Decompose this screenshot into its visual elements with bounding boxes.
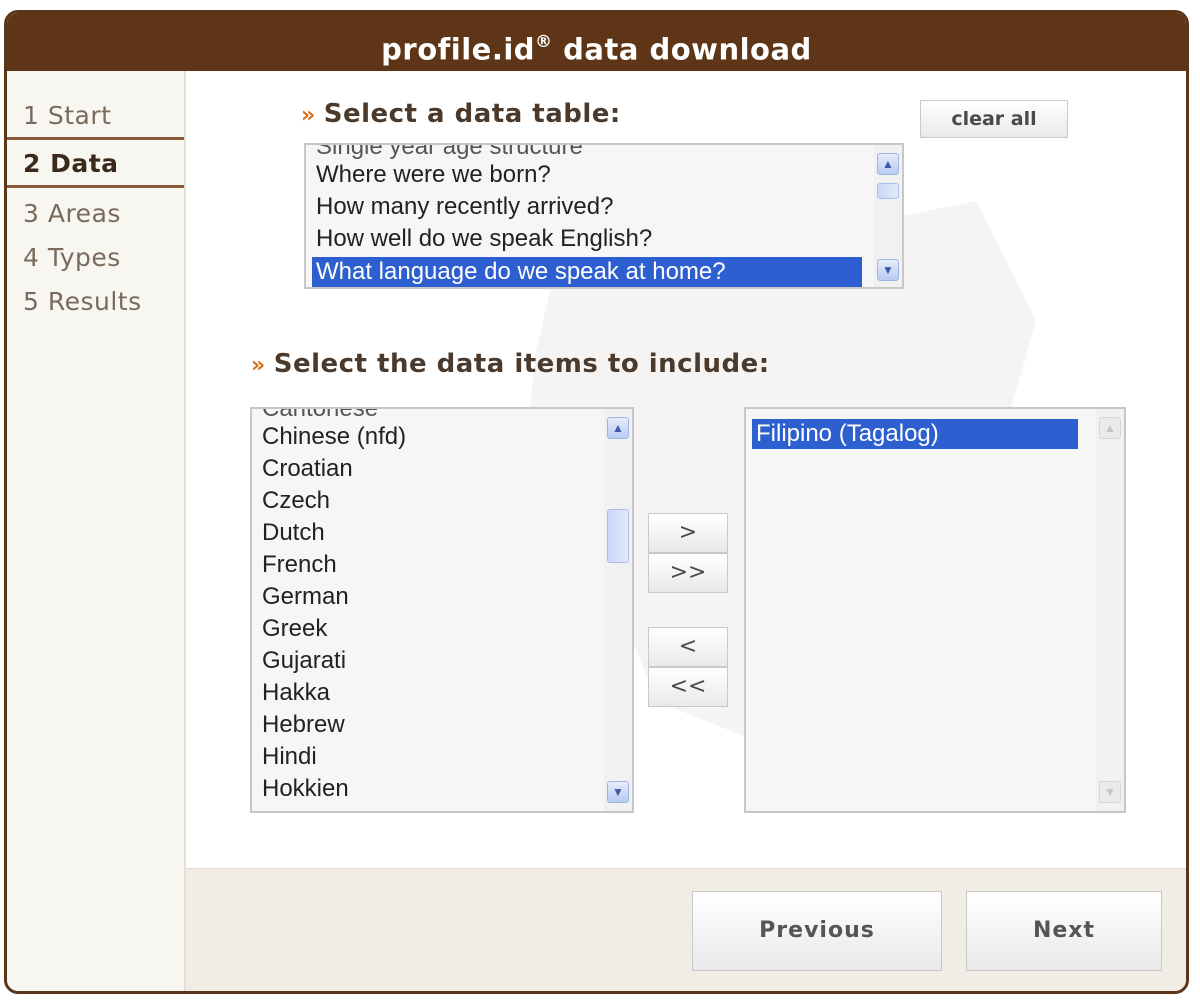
list-item[interactable]: French: [262, 551, 337, 579]
list-item-partial[interactable]: Single year age structure: [316, 145, 583, 161]
list-item[interactable]: Greek: [262, 615, 327, 643]
list-item[interactable]: Chinese (nfd): [262, 423, 406, 451]
items-heading-text: Select the data items to include:: [273, 349, 770, 379]
list-item[interactable]: Czech: [262, 487, 330, 515]
wizard-steps-sidebar: 1 Start 2 Data 3 Areas 4 Types 5 Results: [7, 71, 186, 991]
selected-items-listbox[interactable]: Filipino (Tagalog) ▲ ▼: [744, 407, 1126, 813]
list-item[interactable]: Hebrew: [262, 711, 345, 739]
active-step-bottom-rule: [7, 185, 184, 188]
step-data-active[interactable]: 2 Data: [7, 149, 184, 178]
scroll-down-icon[interactable]: ▼: [877, 259, 899, 281]
list-item[interactable]: How well do we speak English?: [316, 225, 652, 253]
scroll-up-icon[interactable]: ▲: [607, 417, 629, 439]
list-item[interactable]: How many recently arrived?: [316, 193, 613, 221]
list-item-selected[interactable]: Filipino (Tagalog): [752, 419, 1078, 449]
active-step-top-rule: [7, 137, 184, 140]
main-content: » Select a data table: clear all Single y…: [186, 71, 1186, 871]
step-types[interactable]: 4 Types: [23, 243, 121, 272]
heading-marker-icon: »: [251, 353, 266, 378]
remove-all-button[interactable]: <<: [648, 667, 728, 707]
list-item-partial[interactable]: Cantonese: [262, 409, 378, 423]
list-item-selected[interactable]: What language do we speak at home?: [312, 257, 862, 287]
table-heading-text: Select a data table:: [323, 99, 621, 129]
list-item[interactable]: Hokkien: [262, 775, 349, 803]
next-button[interactable]: Next: [966, 891, 1162, 971]
table-section-heading: » Select a data table:: [301, 99, 621, 129]
step-results[interactable]: 5 Results: [23, 287, 142, 316]
add-item-button[interactable]: >: [648, 513, 728, 553]
scroll-thumb[interactable]: [877, 183, 899, 199]
available-items-listbox[interactable]: Cantonese Chinese (nfd) Croatian Czech D…: [250, 407, 634, 813]
heading-marker-icon: »: [301, 103, 316, 128]
clear-all-button[interactable]: clear all: [920, 100, 1068, 138]
registered-mark: ®: [535, 32, 553, 52]
available-list-scrollbar[interactable]: ▲ ▼: [604, 409, 632, 811]
scroll-up-icon[interactable]: ▲: [877, 153, 899, 175]
scroll-up-icon: ▲: [1099, 417, 1121, 439]
list-item[interactable]: German: [262, 583, 349, 611]
list-item[interactable]: Gujarati: [262, 647, 346, 675]
add-all-button[interactable]: >>: [648, 553, 728, 593]
list-item[interactable]: Dutch: [262, 519, 325, 547]
step-areas[interactable]: 3 Areas: [23, 199, 121, 228]
data-table-listbox[interactable]: Single year age structure Where were we …: [304, 143, 904, 289]
step-start[interactable]: 1 Start: [23, 101, 111, 130]
download-wizard-window: profile.id® data download 1 Start 2 Data…: [4, 10, 1189, 994]
title-brand: profile.id: [381, 32, 536, 67]
wizard-footer: Previous Next: [186, 868, 1186, 991]
table-list-scrollbar[interactable]: ▲ ▼: [874, 145, 902, 287]
items-section-heading: » Select the data items to include:: [251, 349, 770, 379]
title-rest: data download: [552, 32, 812, 67]
window-title: profile.id® data download: [7, 13, 1186, 71]
selected-list-scrollbar[interactable]: ▲ ▼: [1096, 409, 1124, 811]
previous-button[interactable]: Previous: [692, 891, 942, 971]
scroll-thumb[interactable]: [607, 509, 629, 563]
list-item[interactable]: Where were we born?: [316, 161, 551, 189]
remove-item-button[interactable]: <: [648, 627, 728, 667]
list-item[interactable]: Hakka: [262, 679, 330, 707]
scroll-down-icon[interactable]: ▼: [607, 781, 629, 803]
list-item[interactable]: Croatian: [262, 455, 353, 483]
list-item[interactable]: Hindi: [262, 743, 317, 771]
scroll-down-icon: ▼: [1099, 781, 1121, 803]
